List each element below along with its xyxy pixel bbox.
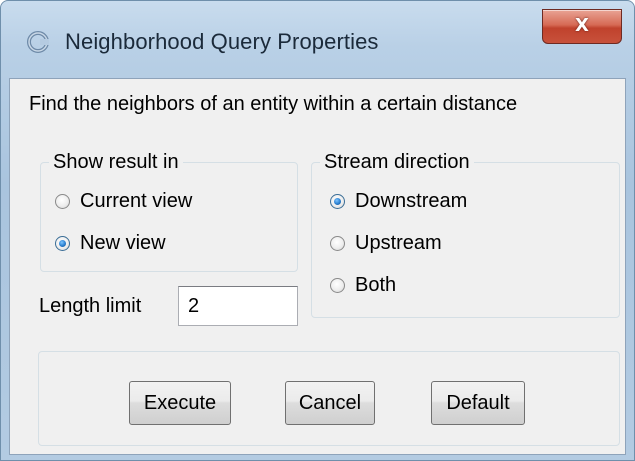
- radio-current-view[interactable]: Current view: [55, 190, 192, 213]
- radio-current-view-label: Current view: [80, 190, 193, 212]
- window-title: Neighborhood Query Properties: [65, 29, 379, 54]
- description-text: Find the neighbors of an entity within a…: [29, 93, 518, 115]
- radio-upstream[interactable]: Upstream: [330, 232, 442, 255]
- radio-upstream-label: Upstream: [355, 232, 442, 254]
- title-bar[interactable]: Neighborhood Query Properties X: [1, 1, 634, 81]
- radio-downstream-label: Downstream: [355, 190, 468, 212]
- radio-downstream[interactable]: Downstream: [330, 190, 467, 213]
- cancel-button[interactable]: Cancel: [285, 381, 375, 425]
- app-logo-icon: [27, 31, 49, 53]
- show-result-legend: Show result in: [53, 151, 179, 173]
- length-limit-label: Length limit: [39, 295, 142, 317]
- radio-both[interactable]: Both: [330, 274, 396, 297]
- radio-both-button[interactable]: [330, 278, 345, 293]
- close-button[interactable]: X: [542, 9, 622, 44]
- radio-new-view-button[interactable]: [55, 236, 70, 251]
- radio-current-view-button[interactable]: [55, 194, 70, 209]
- radio-new-view-label: New view: [80, 232, 166, 254]
- stream-direction-legend: Stream direction: [324, 151, 470, 173]
- dialog-window: Neighborhood Query Properties X Find the…: [0, 0, 635, 461]
- radio-upstream-button[interactable]: [330, 236, 345, 251]
- default-button[interactable]: Default: [431, 381, 525, 425]
- radio-new-view[interactable]: New view: [55, 232, 166, 255]
- radio-both-label: Both: [355, 274, 397, 296]
- execute-button[interactable]: Execute: [129, 381, 231, 425]
- length-limit-input[interactable]: [178, 286, 298, 326]
- close-icon: X: [575, 15, 589, 36]
- radio-downstream-button[interactable]: [330, 194, 345, 209]
